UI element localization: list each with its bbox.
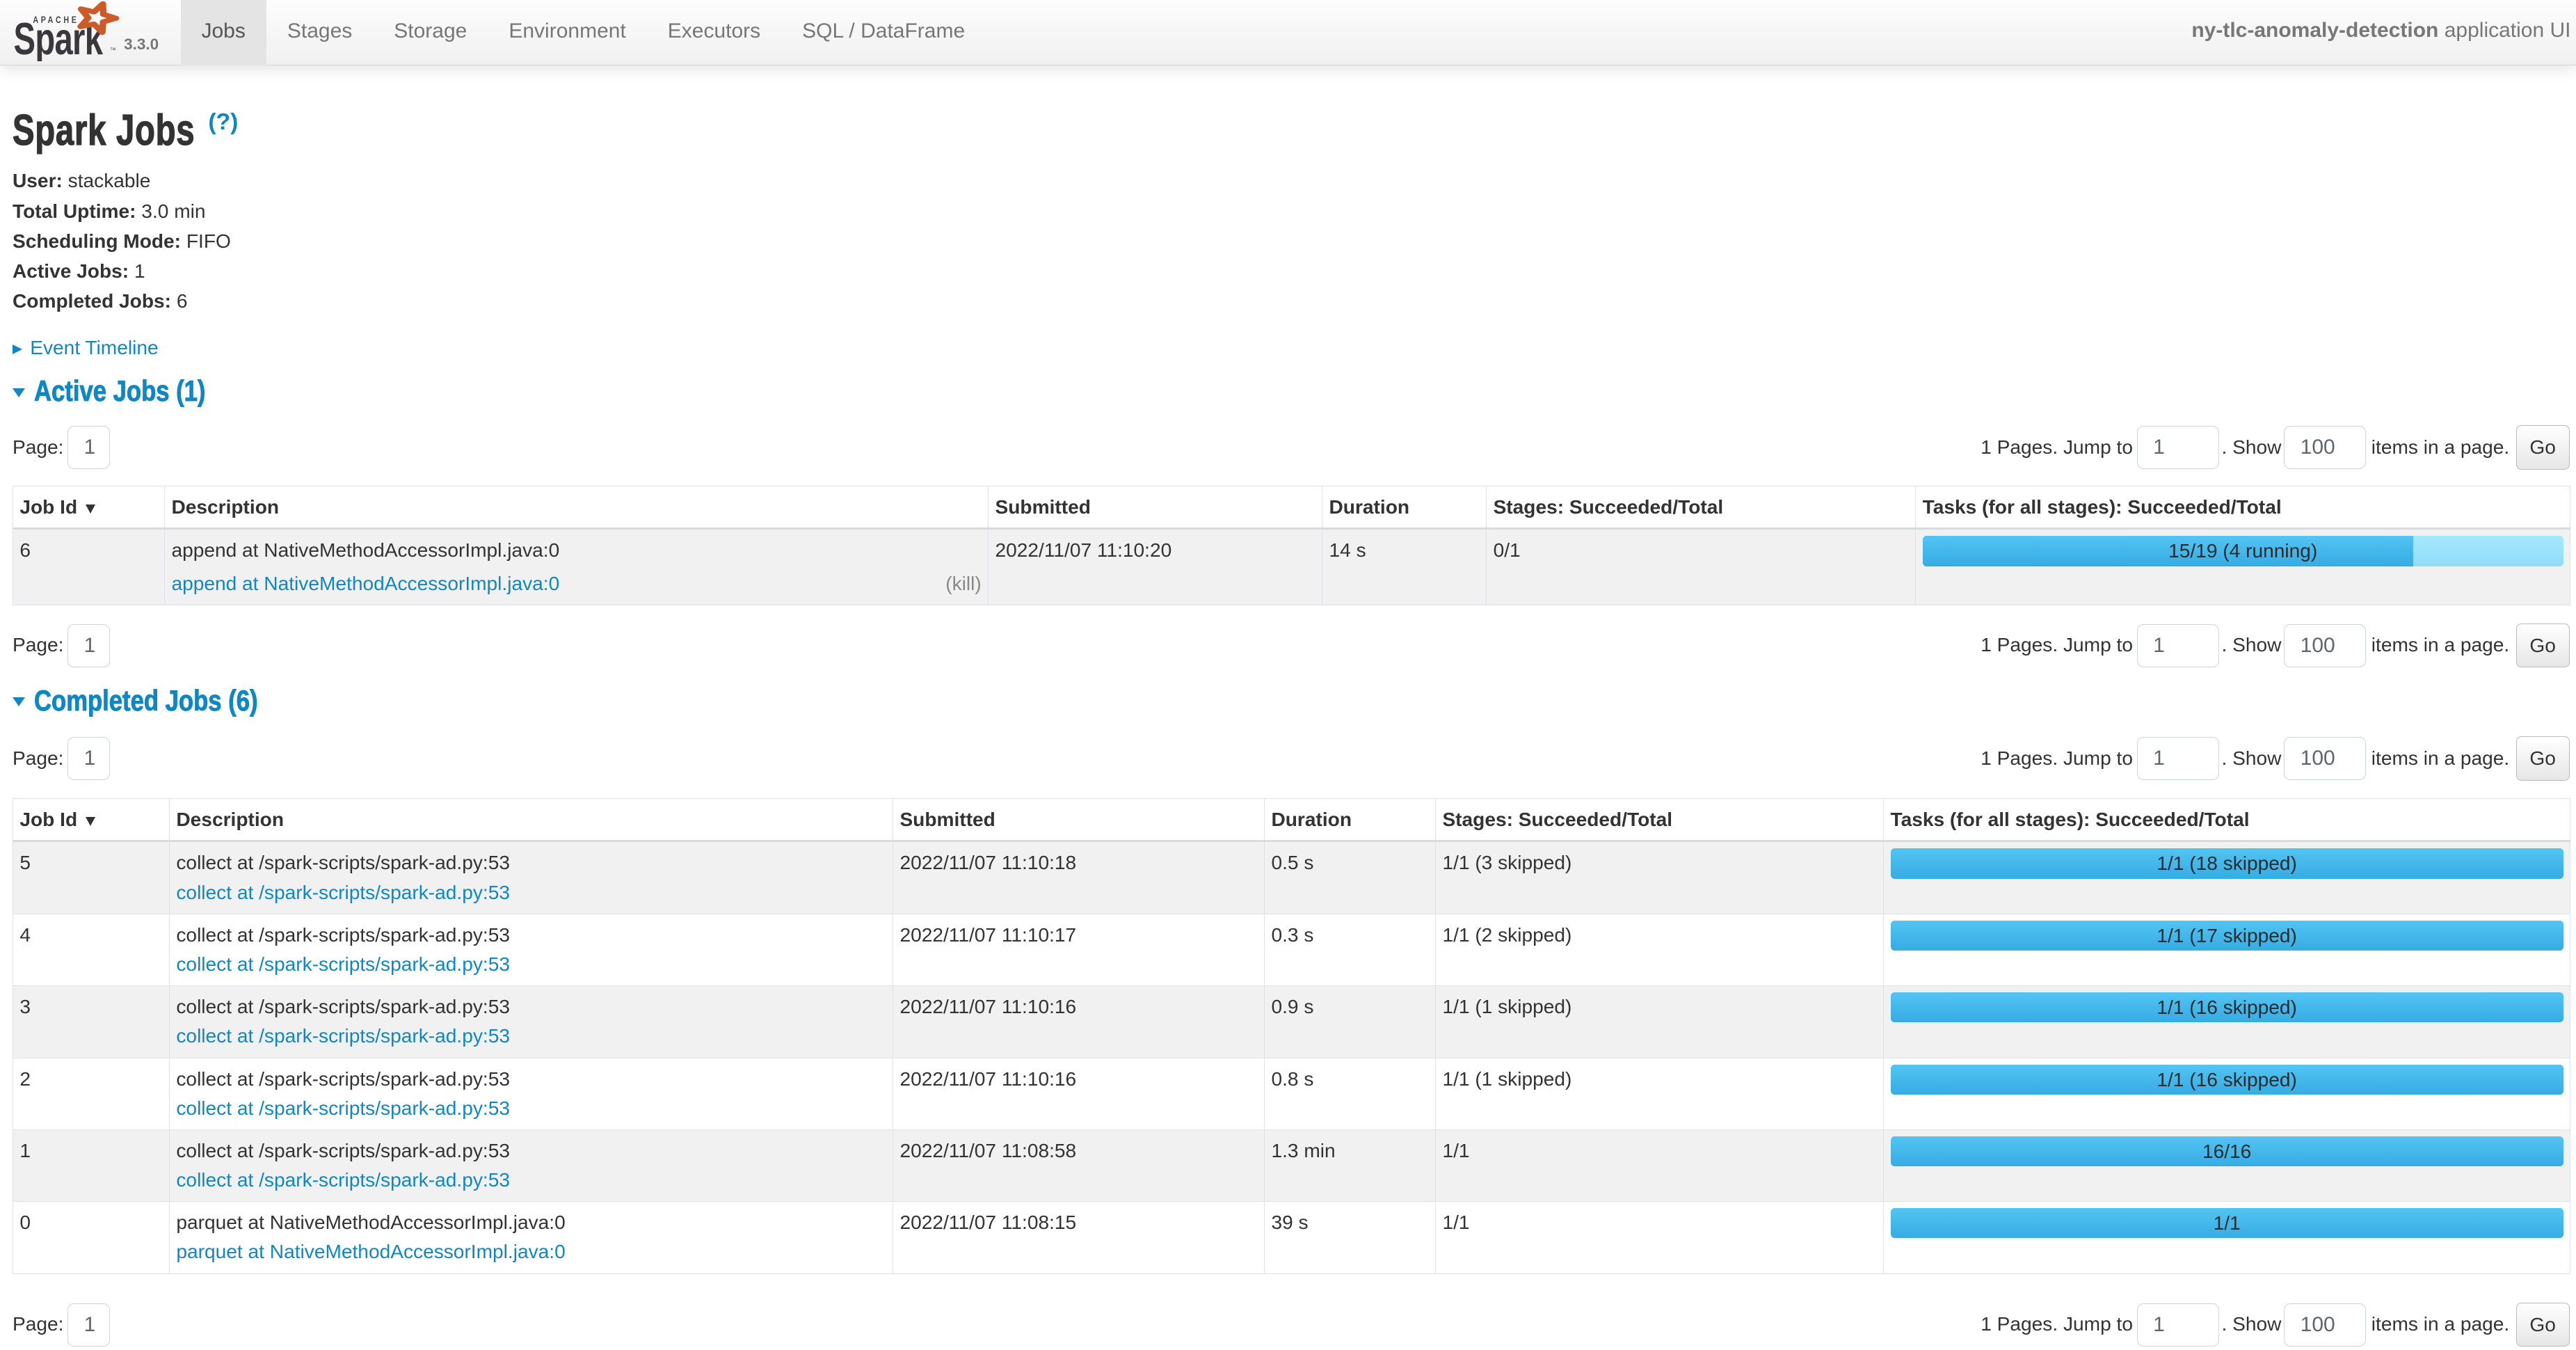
svg-text:APACHE: APACHE xyxy=(33,14,79,25)
svg-text:™: ™ xyxy=(110,47,116,54)
